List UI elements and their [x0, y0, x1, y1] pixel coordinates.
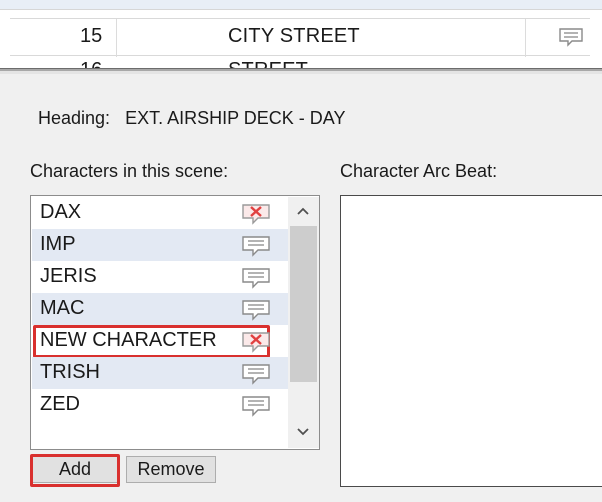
- scene-number: 15: [80, 25, 103, 47]
- scene-name: STREET: [228, 59, 308, 68]
- character-row-dax[interactable]: DAX: [32, 197, 288, 229]
- add-button[interactable]: Add: [30, 454, 120, 487]
- character-name: DAX: [40, 201, 82, 223]
- scene-row[interactable]: 16 STREET: [10, 58, 590, 68]
- heading-label: Heading:: [38, 108, 111, 128]
- scene-row[interactable]: 15 CITY STREET: [10, 18, 590, 57]
- scene-name: CITY STREET: [228, 25, 360, 47]
- scene-heading: Heading: EXT. AIRSHIP DECK - DAY: [38, 108, 345, 129]
- scene-number: 16: [80, 59, 120, 68]
- note-icon[interactable]: [241, 299, 271, 321]
- splitter-shadow: [0, 71, 602, 74]
- note-icon[interactable]: [558, 27, 584, 47]
- character-name: ZED: [40, 393, 80, 415]
- remove-button-label: Remove: [137, 459, 205, 479]
- character-row-zed[interactable]: ZED: [32, 389, 288, 421]
- character-row-trish[interactable]: TRISH: [32, 357, 288, 389]
- character-row-jeris[interactable]: JERIS: [32, 261, 288, 293]
- character-row-new-character[interactable]: NEW CHARACTER: [32, 325, 288, 358]
- scene-list-top-divider: [0, 0, 602, 10]
- character-list-scrollbar[interactable]: [288, 197, 319, 448]
- highlight-box: [30, 454, 120, 487]
- character-name: JERIS: [40, 265, 97, 287]
- note-icon[interactable]: [241, 363, 271, 385]
- arc-beat-textbox[interactable]: [340, 195, 602, 487]
- character-row-mac[interactable]: MAC: [32, 293, 288, 325]
- character-name: IMP: [40, 233, 76, 255]
- character-name: NEW CHARACTER: [40, 329, 217, 351]
- chevron-up-icon[interactable]: [297, 205, 309, 217]
- note-icon[interactable]: [241, 267, 271, 289]
- character-name: TRISH: [40, 361, 100, 383]
- note-icon[interactable]: [241, 395, 271, 417]
- character-list[interactable]: DAX IMP JERIS MAC NEW CHARACTER TRISH ZE…: [30, 195, 320, 450]
- scrollbar-thumb[interactable]: [290, 226, 317, 382]
- heading-value: EXT. AIRSHIP DECK - DAY: [125, 108, 346, 128]
- remove-button[interactable]: Remove: [126, 456, 216, 483]
- note-remove-icon[interactable]: [241, 331, 271, 353]
- scene-list[interactable]: 15 CITY STREET 16 STREET: [0, 0, 602, 68]
- character-row-imp[interactable]: IMP: [32, 229, 288, 261]
- character-name: MAC: [40, 297, 85, 319]
- column-divider: [525, 19, 526, 57]
- chevron-down-icon[interactable]: [297, 424, 309, 436]
- characters-label: Characters in this scene:: [30, 161, 229, 181]
- note-icon[interactable]: [241, 235, 271, 257]
- arc-beat-label: Character Arc Beat:: [340, 161, 498, 181]
- note-remove-icon[interactable]: [241, 203, 271, 225]
